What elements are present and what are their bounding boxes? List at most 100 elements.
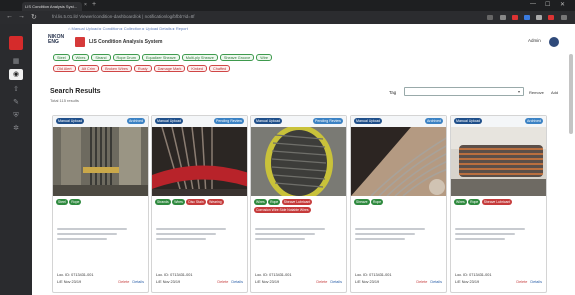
inspection-photo[interactable] — [53, 127, 148, 196]
filter-chip[interactable]: Rope Drum — [112, 54, 140, 61]
filter-chip[interactable]: Broken Wires — [101, 65, 132, 72]
chevron-down-icon: ▾ — [517, 89, 520, 94]
result-tag[interactable]: Rope — [371, 199, 384, 205]
result-tag[interactable]: Wearing — [207, 199, 224, 205]
browser-tab[interactable]: LIS Condition Analysis Syst... — [22, 2, 82, 11]
tag-select[interactable]: ▾ — [404, 87, 524, 96]
card-actions: Delete Details — [416, 280, 442, 284]
result-card[interactable]: Manual Upload Archived Sheave Rope Loc. I… — [350, 115, 447, 293]
app-window: LIS Condition Analysis Syst... × + — ☐ ✕… — [0, 0, 575, 295]
address-bar[interactable]: fnl.lis.5.01.lit/ Viewer/condition-dashb… — [52, 14, 452, 22]
result-tag[interactable]: Strands — [155, 199, 171, 205]
result-tag[interactable]: Wires — [454, 199, 467, 205]
filter-chip[interactable]: Sheave Groove — [219, 54, 255, 61]
tab-close-icon[interactable]: × — [84, 2, 87, 8]
delete-link[interactable]: Delete — [516, 280, 527, 284]
filter-chip[interactable]: Steel — [53, 54, 70, 61]
source-badge: Manual Upload — [155, 118, 184, 124]
status-badge: Archived — [525, 118, 543, 124]
filter-chip[interactable]: Wire — [256, 54, 273, 61]
result-card[interactable]: Manual Upload Archived Steel Rope Loc. ID… — [52, 115, 149, 293]
settings-icon[interactable]: ✲ — [11, 125, 21, 133]
result-card[interactable]: Manual Upload Pending Review Wires Rope Sh… — [250, 115, 347, 293]
delete-link[interactable]: Delete — [217, 280, 228, 284]
result-card[interactable]: Manual Upload Archived Wires Rope Sheave L… — [450, 115, 547, 293]
search-results-title: Search Results — [50, 88, 101, 95]
tag-label: Tag — [389, 90, 397, 95]
result-tag[interactable]: Sheave Lubricant — [481, 199, 513, 205]
details-link[interactable]: Details — [430, 280, 442, 284]
details-link[interactable]: Details — [231, 280, 243, 284]
grid-icon[interactable]: ▦ — [11, 58, 21, 66]
results-count: Total 115 results — [50, 98, 79, 103]
reload-button[interactable]: ↻ — [31, 13, 37, 21]
close-window-button[interactable]: ✕ — [560, 1, 565, 8]
shield-icon[interactable]: ⛨ — [11, 112, 21, 120]
filter-chip[interactable]: Rusty — [133, 65, 152, 72]
page-title: LIS Condition Analysis System — [89, 39, 163, 45]
tag-list: Sheave Rope — [354, 199, 445, 205]
new-tab-button[interactable]: + — [92, 1, 96, 8]
delete-link[interactable]: Delete — [118, 280, 129, 284]
result-tag[interactable]: Sheave — [354, 199, 370, 205]
details-link[interactable]: Details — [530, 280, 542, 284]
user-name[interactable]: Admin — [528, 38, 541, 43]
redacted-text — [255, 228, 325, 231]
result-tag[interactable]: Steel — [56, 199, 68, 205]
app-logo-icon[interactable] — [9, 36, 23, 50]
upload-icon[interactable]: ⇧ — [11, 86, 21, 94]
camera-icon[interactable]: ◉ — [9, 69, 23, 80]
add-tag-button[interactable]: Add — [551, 90, 558, 95]
breadcrumb[interactable]: ⌂ Manual Upload ▸ Condition ▸ Collection… — [68, 26, 188, 31]
result-tag[interactable]: Sheave Lubricant — [281, 199, 313, 205]
inspection-photo[interactable] — [251, 127, 346, 196]
extension-icon[interactable] — [512, 15, 518, 20]
extension-icon[interactable] — [500, 15, 506, 20]
forward-button[interactable]: → — [18, 13, 25, 20]
extension-icon[interactable] — [487, 15, 493, 20]
filter-chip[interactable]: Kinked — [187, 65, 208, 72]
profile-icon[interactable] — [548, 15, 554, 20]
wrench-icon[interactable]: ✎ — [11, 99, 21, 107]
company-logo: NIKON ENG — [48, 35, 64, 45]
result-tag[interactable]: Wires — [172, 199, 185, 205]
maximize-button[interactable]: ☐ — [545, 1, 550, 8]
filter-chip[interactable]: Old Alert — [53, 65, 76, 72]
redacted-text — [455, 233, 515, 236]
scrollbar[interactable] — [569, 54, 573, 134]
details-link[interactable]: Details — [132, 280, 144, 284]
result-tag[interactable]: Disc Stain — [186, 199, 206, 205]
remove-tag-button[interactable]: Remove — [529, 90, 544, 95]
filter-chip[interactable]: Wires — [71, 54, 90, 61]
card-actions: Delete Details — [118, 280, 144, 284]
result-tag[interactable]: Rope — [268, 199, 281, 205]
location-id: Loc. ID: 0713431-001 — [57, 273, 94, 277]
status-badge: Archived — [127, 118, 145, 124]
extension-icon[interactable] — [524, 15, 530, 20]
browser-menu-icon[interactable] — [561, 15, 567, 20]
inspection-photo[interactable] — [451, 127, 546, 196]
extensions-menu-icon[interactable] — [536, 15, 542, 20]
redacted-text — [355, 238, 405, 241]
delete-link[interactable]: Delete — [416, 280, 427, 284]
filter-chip[interactable]: Alt Crim — [77, 65, 100, 72]
filter-chip[interactable]: Damage Mark — [153, 65, 186, 72]
avatar[interactable] — [549, 37, 559, 47]
result-tag[interactable]: Corrosion Wire Side Notable Wires — [254, 206, 311, 213]
result-card[interactable]: Manual Upload Pending Review Strands Wire… — [151, 115, 248, 293]
delete-link[interactable]: Delete — [316, 280, 327, 284]
back-button[interactable]: ← — [6, 13, 13, 20]
tag-list: Steel Rope — [56, 199, 147, 205]
details-link[interactable]: Details — [330, 280, 342, 284]
filter-chip[interactable]: Strand — [91, 54, 111, 61]
inspection-photo[interactable] — [351, 127, 446, 196]
minimize-button[interactable]: — — [530, 1, 536, 7]
filter-chip[interactable]: Multi-ply Sheave — [181, 54, 218, 61]
result-tag[interactable]: Rope — [69, 199, 82, 205]
logo-text: ENG — [48, 39, 59, 45]
result-tag[interactable]: Wires — [254, 199, 267, 205]
filter-chip[interactable]: Chaffed — [209, 65, 231, 72]
result-tag[interactable]: Rope — [468, 199, 481, 205]
inspection-photo[interactable] — [152, 127, 247, 196]
filter-chip[interactable]: Equalizer Sheave — [141, 54, 180, 61]
